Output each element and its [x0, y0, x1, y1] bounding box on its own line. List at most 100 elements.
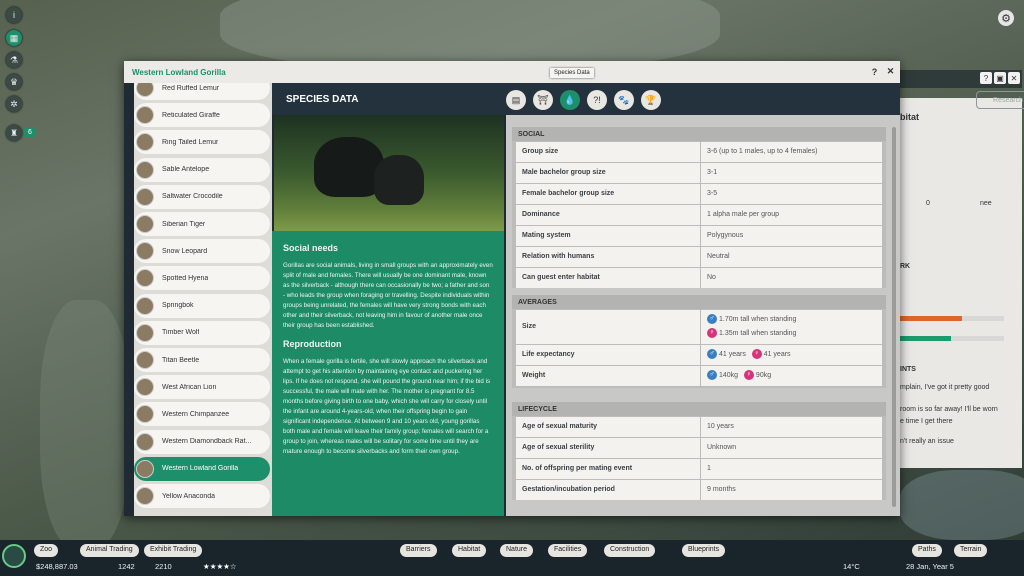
research-icon[interactable]: ⚗	[6, 52, 22, 68]
page-title: SPECIES DATA	[286, 94, 359, 105]
row-value: 1	[701, 459, 882, 479]
gorilla-photo	[274, 115, 504, 231]
table-row: Life expectancy ♂ 41 years ♀ 41 years	[516, 345, 882, 365]
weight-male: 140kg	[719, 371, 739, 379]
list-item[interactable]: Red Ruffed Lemur	[134, 83, 270, 100]
row-value: Unknown	[701, 438, 882, 458]
list-item[interactable]: Sable Antelope	[134, 157, 270, 182]
species-description: Social needs Gorillas are social animals…	[272, 231, 504, 516]
animal-count: 2210	[155, 562, 172, 571]
staff-count-badge: 6	[24, 128, 36, 137]
research-button[interactable]: Research	[976, 91, 1024, 109]
barriers-button[interactable]: Barriers	[400, 544, 437, 557]
facilities-button[interactable]: Facilities	[548, 544, 588, 557]
row-value: ♂ 41 years ♀ 41 years	[701, 345, 882, 365]
list-item[interactable]: Snow Leopard	[134, 239, 270, 264]
help-button[interactable]: ?	[868, 65, 881, 78]
guest-comment: e time I get there	[900, 418, 953, 425]
table-row: Size ♂ 1.70m tall when standing ♀ 1.35m ta…	[516, 310, 882, 344]
rating-word: nee	[980, 200, 992, 207]
species-name: Western Chimpanzee	[162, 410, 230, 418]
species-name: Reticulated Giraffe	[162, 111, 220, 119]
section-header: LIFECYCLE	[512, 402, 886, 416]
species-icon	[136, 106, 154, 125]
averages-section: AVERAGES Size ♂ 1.70m tall when standing …	[512, 295, 886, 388]
table-row: Female bachelor group size 3-5	[516, 184, 882, 204]
male-icon: ♂	[707, 314, 717, 324]
list-item[interactable]: Titan Beetle	[134, 348, 270, 372]
paw-icon[interactable]: 🐾	[614, 90, 634, 110]
construction-button[interactable]: Construction	[604, 544, 656, 557]
habitat-icon[interactable]: ⛩	[533, 90, 553, 110]
help-icon[interactable]: ?	[980, 72, 992, 84]
terrain-button[interactable]: Terrain	[954, 544, 988, 557]
row-label: Mating system	[516, 226, 700, 246]
list-item[interactable]: Yellow Anaconda	[134, 484, 270, 508]
paths-button[interactable]: Paths	[912, 544, 942, 557]
life-male: 41 years	[719, 350, 746, 358]
list-item[interactable]: Reticulated Giraffe	[134, 103, 270, 128]
table-row: Weight ♂ 140kg ♀ 90kg	[516, 366, 882, 386]
row-value: ♂ 1.70m tall when standing ♀ 1.35m tall wh…	[701, 310, 882, 344]
row-label: Weight	[516, 366, 700, 386]
species-icon	[136, 242, 154, 261]
animal-trading-button[interactable]: Animal Trading	[80, 544, 139, 557]
social-needs-heading: Social needs	[283, 243, 339, 253]
row-label: Dominance	[516, 205, 700, 225]
table-row: Relation with humans Neutral	[516, 247, 882, 267]
close-icon[interactable]: ✕	[1008, 72, 1020, 84]
species-icon	[136, 160, 154, 179]
species-name: Yellow Anaconda	[162, 492, 216, 500]
list-item[interactable]: Siberian Tiger	[134, 212, 270, 236]
date-display: 28 Jan, Year 5	[906, 562, 954, 571]
list-item[interactable]: Springbok	[134, 293, 270, 318]
table-row: Group size 3-6 (up to 1 males, up to 4 fe…	[516, 142, 882, 162]
row-value: 1 alpha male per group	[701, 205, 882, 225]
close-button[interactable]: ✕	[884, 65, 897, 78]
female-icon: ♀	[707, 328, 717, 338]
list-item[interactable]: Western Lowland Gorilla	[134, 456, 270, 481]
section-header: AVERAGES	[512, 295, 886, 309]
species-icon	[136, 323, 154, 342]
zoo-icon[interactable]: ▦	[6, 30, 22, 46]
list-item[interactable]: West African Lion	[134, 375, 270, 400]
temperature: 14°C	[843, 562, 860, 571]
trophy-icon[interactable]: ♛	[6, 74, 22, 90]
water-drop-icon[interactable]: 💧	[560, 90, 580, 110]
species-name: Red Ruffed Lemur	[162, 84, 220, 92]
reproduction-heading: Reproduction	[283, 339, 342, 349]
list-item[interactable]: Spotted Hyena	[134, 266, 270, 291]
info-icon[interactable]: ▤	[506, 90, 526, 110]
exhibit-trading-button[interactable]: Exhibit Trading	[144, 544, 203, 557]
list-item[interactable]: Saltwater Crocodile	[134, 184, 270, 209]
gear-icon[interactable]: ⚙	[998, 10, 1014, 26]
species-icon	[136, 378, 154, 397]
nature-button[interactable]: Nature	[500, 544, 534, 557]
table-row: Age of sexual maturity 10 years	[516, 417, 882, 437]
row-value: 3-1	[701, 163, 882, 183]
animal-count: 0	[926, 200, 930, 207]
list-item[interactable]: Ring Tailed Lemur	[134, 130, 270, 155]
settings-icon[interactable]: ✲	[6, 96, 22, 112]
list-item[interactable]: Western Chimpanzee	[134, 402, 270, 427]
minimap-button[interactable]	[2, 544, 26, 568]
blueprints-button[interactable]: Blueprints	[682, 544, 726, 557]
list-item[interactable]: Western Diamondback Rat...	[134, 429, 270, 454]
female-icon: ♀	[743, 370, 754, 380]
staff-icon[interactable]: ♜	[6, 125, 22, 141]
row-label: Life expectancy	[516, 345, 700, 365]
table-row: No. of offspring per mating event 1	[516, 459, 882, 479]
species-icon	[136, 487, 154, 505]
list-item[interactable]: Timber Wolf	[134, 320, 270, 345]
zoo-button[interactable]: Zoo	[34, 544, 59, 557]
info-icon[interactable]: i	[6, 7, 22, 23]
row-value: No	[701, 268, 882, 288]
species-name: Western Lowland Gorilla	[162, 465, 239, 473]
camera-icon[interactable]: ▣	[994, 72, 1006, 84]
enrichment-icon[interactable]: ?!	[587, 90, 607, 110]
scrollbar[interactable]	[892, 127, 896, 507]
social-section: SOCIAL Group size 3-6 (up to 1 males, up …	[512, 127, 886, 288]
window-title: Western Lowland Gorilla	[132, 68, 226, 77]
trophy-icon[interactable]: 🏆	[641, 90, 661, 110]
habitat-button[interactable]: Habitat	[452, 544, 487, 557]
